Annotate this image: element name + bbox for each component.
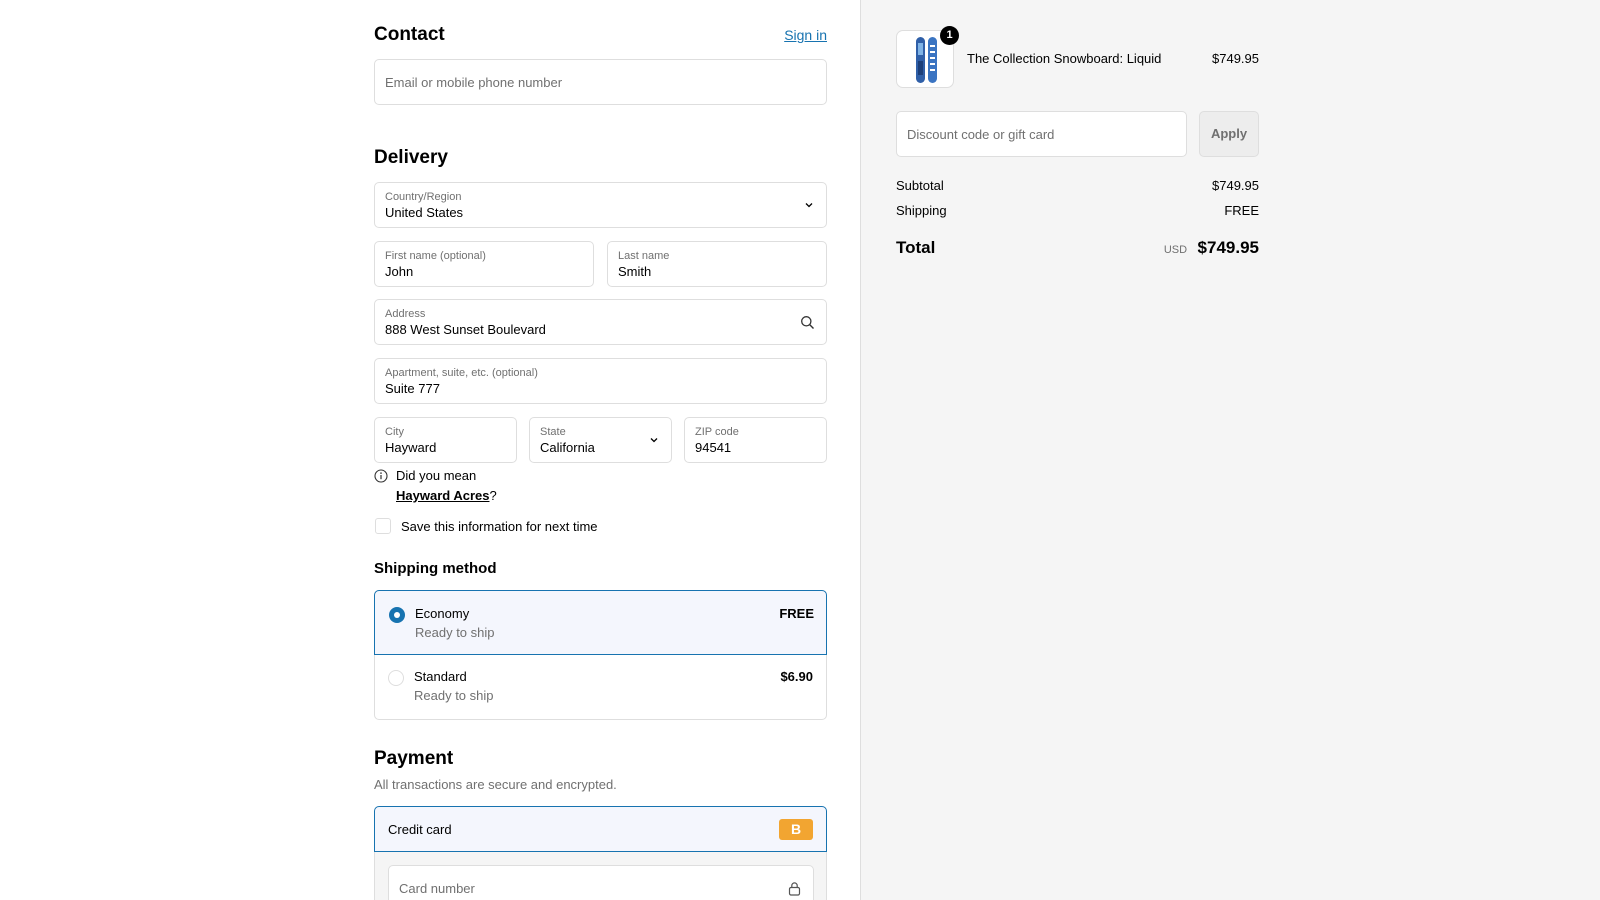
suggestion-link[interactable]: Hayward Acres xyxy=(396,488,489,503)
credit-card-label: Credit card xyxy=(388,822,452,837)
apartment-label: Apartment, suite, etc. (optional) xyxy=(385,367,538,379)
order-summary-panel: 1 The Collection Snowboard: Liquid $749.… xyxy=(861,0,1600,900)
contact-title: Contact xyxy=(374,24,445,45)
subtotal-label: Subtotal xyxy=(896,178,944,193)
shipping-option-name: Economy xyxy=(415,606,470,621)
address-label: Address xyxy=(385,308,426,320)
shipping-option-status: Ready to ship xyxy=(414,688,494,703)
state-label: State xyxy=(540,426,566,438)
quantity-badge: 1 xyxy=(940,26,959,45)
subtotal-row: Subtotal $749.95 xyxy=(896,178,1259,193)
payment-methods: Credit card B Card number xyxy=(374,806,827,900)
chevron-down-icon xyxy=(805,203,813,208)
shipping-option-status: Ready to ship xyxy=(415,625,495,640)
shipping-method-title: Shipping method xyxy=(374,560,497,577)
apply-button[interactable]: Apply xyxy=(1199,111,1259,157)
payment-subtitle: All transactions are secure and encrypte… xyxy=(374,777,617,792)
shipping-option-price: FREE xyxy=(779,606,814,621)
discount-placeholder: Discount code or gift card xyxy=(907,127,1055,142)
card-number-field[interactable]: Card number xyxy=(388,865,814,900)
country-value: United States xyxy=(385,205,464,220)
state-value: California xyxy=(540,440,595,455)
shipping-label: Shipping xyxy=(896,203,947,218)
shipping-options: Economy Ready to ship FREE Standard Read… xyxy=(374,590,827,720)
card-brand-badge: B xyxy=(779,819,813,840)
shipping-option-price: $6.90 xyxy=(780,669,813,684)
first-name-value: John xyxy=(385,264,414,279)
total-amount-group: USD $749.95 xyxy=(1164,238,1259,258)
standard-radio[interactable] xyxy=(388,670,404,686)
last-name-label: Last name xyxy=(618,250,670,262)
lock-icon xyxy=(788,882,801,896)
suggestion-line: Hayward Acres? xyxy=(396,488,497,503)
first-name-label: First name (optional) xyxy=(385,250,486,262)
credit-card-form: Card number xyxy=(374,852,827,900)
suggestion-suffix: ? xyxy=(489,488,497,503)
product-price: $749.95 xyxy=(1212,51,1259,66)
credit-card-option[interactable]: Credit card B xyxy=(374,806,827,852)
shipping-option-standard[interactable]: Standard Ready to ship $6.90 xyxy=(375,655,826,719)
info-icon xyxy=(374,469,388,483)
contact-header: Contact Sign in xyxy=(374,24,827,46)
search-icon[interactable] xyxy=(800,315,815,330)
delivery-title: Delivery xyxy=(374,147,448,168)
first-name-field[interactable]: First name (optional) John xyxy=(374,241,594,287)
zip-label: ZIP code xyxy=(695,426,739,438)
economy-radio[interactable] xyxy=(389,607,405,623)
zip-value: 94541 xyxy=(695,440,732,455)
apartment-field[interactable]: Apartment, suite, etc. (optional) Suite … xyxy=(374,358,827,404)
chevron-down-icon xyxy=(650,438,658,443)
country-select[interactable]: Country/Region United States xyxy=(374,182,827,228)
city-value: Hayward xyxy=(385,440,437,455)
address-value: 888 West Sunset Boulevard xyxy=(385,322,546,337)
last-name-field[interactable]: Last name Smith xyxy=(607,241,827,287)
shipping-value: FREE xyxy=(1224,203,1259,218)
save-info-label: Save this information for next time xyxy=(401,518,598,534)
sign-in-link[interactable]: Sign in xyxy=(784,27,827,43)
shipping-option-economy[interactable]: Economy Ready to ship FREE xyxy=(374,590,827,655)
last-name-value: Smith xyxy=(618,264,652,279)
shipping-option-name: Standard xyxy=(414,669,467,684)
subtotal-value: $749.95 xyxy=(1212,178,1259,193)
city-field[interactable]: City Hayward xyxy=(374,417,517,463)
suggestion-text: Did you mean Hayward Acres? xyxy=(396,468,497,503)
currency-code: USD xyxy=(1163,244,1188,256)
country-label: Country/Region xyxy=(385,191,462,203)
total-label: Total xyxy=(896,238,936,257)
address-suggestion: Did you mean Hayward Acres? xyxy=(374,468,497,503)
state-select[interactable]: State California xyxy=(529,417,672,463)
payment-title: Payment xyxy=(374,748,454,769)
email-field[interactable]: Email or mobile phone number xyxy=(374,59,827,105)
product-name: The Collection Snowboard: Liquid xyxy=(967,51,1162,66)
card-number-placeholder: Card number xyxy=(399,881,475,896)
save-info-checkbox[interactable] xyxy=(375,518,391,534)
total-value: $749.95 xyxy=(1197,238,1259,257)
checkout-form-panel: Contact Sign in Email or mobile phone nu… xyxy=(0,0,861,900)
discount-input[interactable]: Discount code or gift card xyxy=(896,111,1187,157)
save-info-row: Save this information for next time xyxy=(375,518,598,534)
address-field[interactable]: Address 888 West Sunset Boulevard xyxy=(374,299,827,345)
city-label: City xyxy=(385,426,404,438)
email-placeholder: Email or mobile phone number xyxy=(385,75,563,90)
suggestion-prefix: Did you mean xyxy=(396,468,477,483)
zip-field[interactable]: ZIP code 94541 xyxy=(684,417,827,463)
shipping-row: Shipping FREE xyxy=(896,203,1259,218)
apartment-value: Suite 777 xyxy=(385,381,440,396)
total-row: Total USD $749.95 xyxy=(896,238,1259,258)
